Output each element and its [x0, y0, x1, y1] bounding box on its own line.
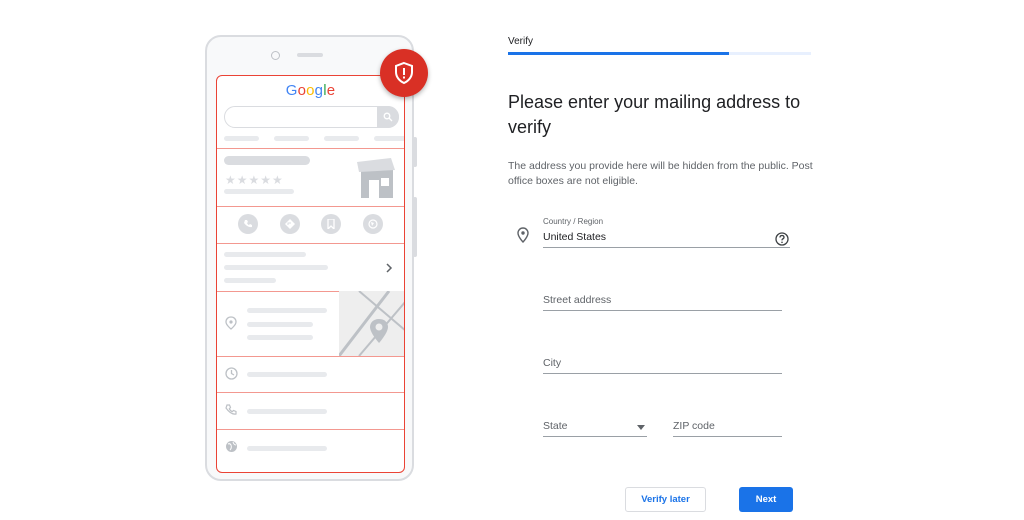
street-address-placeholder: Street address	[543, 294, 612, 306]
side-button	[413, 137, 417, 167]
logo-letter: o	[297, 82, 307, 99]
phone-icon	[238, 214, 258, 234]
divider	[217, 148, 404, 149]
help-icon[interactable]	[775, 232, 789, 246]
divider	[217, 356, 404, 357]
speaker-slot	[297, 53, 323, 57]
placeholder-bar	[247, 409, 327, 414]
page-title: Please enter your mailing address to ver…	[508, 92, 801, 137]
verify-later-button[interactable]: Verify later	[625, 487, 706, 512]
street-address-field[interactable]: Street address	[543, 294, 782, 311]
clock-icon	[225, 367, 238, 380]
phone-icon	[225, 404, 237, 415]
next-button[interactable]: Next	[739, 487, 793, 512]
logo-letter: o	[306, 82, 315, 99]
zip-code-field[interactable]: ZIP code	[673, 420, 782, 437]
country-label: Country / Region	[543, 217, 604, 226]
state-select[interactable]: State	[543, 420, 647, 437]
divider	[217, 429, 404, 430]
placeholder-bar	[247, 446, 327, 451]
placeholder-bar	[247, 372, 327, 377]
globe-icon	[226, 441, 237, 452]
logo-letter: g	[314, 82, 324, 99]
side-button	[413, 197, 417, 257]
logo-letter: G	[285, 82, 298, 99]
placeholder-bar	[224, 265, 328, 270]
search-icon	[377, 106, 399, 128]
directions-icon	[280, 214, 300, 234]
chevron-right-icon	[385, 260, 393, 276]
placeholder-bar	[247, 335, 313, 340]
placeholder-bar	[374, 136, 404, 141]
country-select[interactable]: Country / Region United States	[543, 217, 790, 248]
state-placeholder: State	[543, 420, 568, 432]
placeholder-bar	[224, 156, 310, 165]
search-box-placeholder	[224, 106, 399, 128]
map-thumbnail	[339, 291, 404, 356]
divider	[217, 206, 404, 207]
progress-fill	[508, 52, 730, 55]
website-icon	[363, 214, 383, 234]
city-field[interactable]: City	[543, 357, 782, 374]
placeholder-bar	[274, 136, 309, 141]
zip-code-placeholder: ZIP code	[673, 420, 715, 432]
placeholder-bar	[224, 136, 259, 141]
google-logo: Google	[217, 82, 404, 99]
placeholder-bar	[247, 308, 327, 313]
step-label: Verify	[508, 36, 534, 47]
camera-dot	[271, 51, 280, 60]
divider	[217, 392, 404, 393]
bookmark-icon	[321, 214, 341, 234]
storefront-icon	[357, 158, 395, 198]
dropdown-arrow-icon	[637, 425, 645, 430]
rating-stars: ★★★★★	[225, 173, 284, 187]
city-placeholder: City	[543, 357, 562, 369]
placeholder-bar	[247, 322, 313, 327]
phone-illustration: Google ★★★★★	[205, 35, 417, 481]
location-pin-icon	[517, 227, 529, 243]
logo-letter: e	[326, 82, 336, 99]
placeholder-bar	[324, 136, 359, 141]
divider	[217, 243, 404, 244]
shield-alert-icon	[380, 49, 428, 97]
phone-screen: Google ★★★★★	[216, 75, 405, 473]
progress-bar	[508, 52, 811, 55]
placeholder-bar	[224, 252, 306, 257]
location-pin-icon	[225, 316, 237, 330]
placeholder-bar	[224, 189, 294, 194]
country-value: United States	[543, 231, 607, 243]
description-text: The address you provide here will be hid…	[508, 160, 813, 187]
placeholder-bar	[224, 278, 276, 283]
